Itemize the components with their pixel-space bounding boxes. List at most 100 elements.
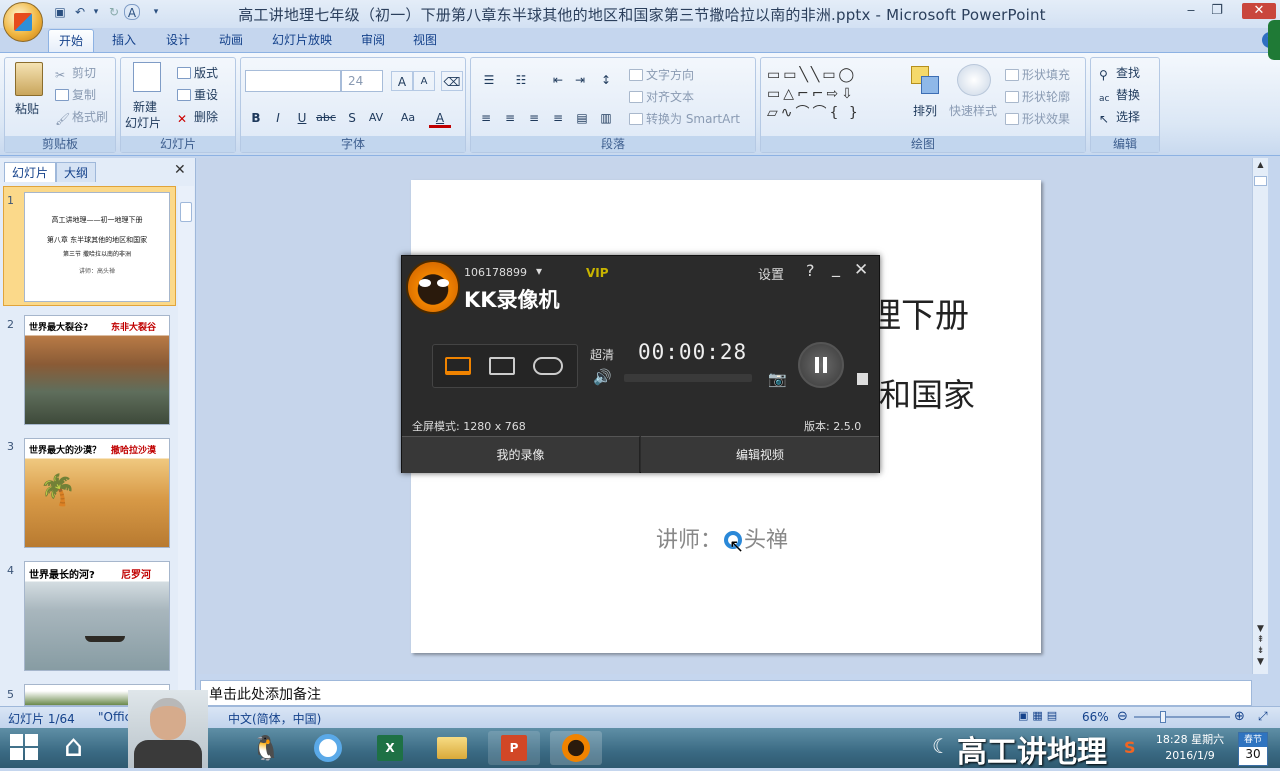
fullscreen-mode-icon[interactable] (445, 357, 471, 375)
game-mode-icon[interactable] (533, 357, 563, 375)
font-color-button[interactable]: A (429, 108, 451, 128)
font-size-combo[interactable]: 24 (341, 70, 383, 92)
new-slide-button[interactable]: 新建 (133, 98, 157, 115)
zoom-slider[interactable] (1134, 711, 1230, 723)
taskbar-explorer-icon[interactable] (426, 731, 478, 765)
scroll-nav-icons[interactable]: ▼ ⇞ ⇟ ▼ (1254, 624, 1267, 668)
clear-format-button[interactable]: ⌫ (441, 71, 463, 91)
format-painter-button[interactable]: 🖌 格式刷 (55, 108, 108, 126)
vertical-scrollbar[interactable]: ▲ ▼ ⇞ ⇟ ▼ (1252, 158, 1268, 674)
close-panel-icon[interactable]: ✕ (174, 162, 186, 178)
select-button[interactable]: ↖ 选择 (1099, 108, 1140, 126)
notes-pane[interactable]: 单击此处添加备注 (200, 680, 1252, 706)
align-left-icon[interactable]: ≡ (475, 108, 497, 128)
justify-icon[interactable]: ≡ (547, 108, 569, 128)
tab-slideshow[interactable]: 幻灯片放映 (262, 29, 342, 52)
change-case-button[interactable]: Aa (397, 108, 419, 128)
calendar-widget[interactable]: 春节 30 (1238, 732, 1268, 766)
taskbar-browser-icon[interactable] (302, 731, 354, 765)
kk-close-icon[interactable]: ✕ (854, 260, 868, 280)
view-buttons[interactable]: ▣▦▤ (1018, 709, 1076, 725)
tab-view[interactable]: 视图 (403, 29, 447, 52)
sogou-icon[interactable]: S (1124, 738, 1136, 757)
slide-title-line1[interactable]: 理下册 (867, 288, 969, 337)
taskbar-powerpoint-icon[interactable]: P (488, 731, 540, 765)
kk-user-dropdown-icon[interactable]: ▾ (536, 264, 542, 278)
align-text-button[interactable]: 对齐文本 (629, 88, 694, 105)
underline-button[interactable]: U (291, 108, 313, 128)
align-right-icon[interactable]: ≡ (523, 108, 545, 128)
clock[interactable]: 18:28 星期六 2016/1/9 (1150, 732, 1230, 764)
tab-review[interactable]: 审阅 (351, 29, 395, 52)
reset-button[interactable]: 重设 (177, 86, 218, 103)
screenshot-icon[interactable]: 📷 (768, 370, 787, 388)
stop-button[interactable] (857, 373, 868, 385)
tab-slides[interactable]: 幻灯片 (4, 162, 57, 182)
text-direction-button[interactable]: 文字方向 (629, 66, 694, 83)
layout-button[interactable]: 版式 (177, 64, 218, 81)
numbering-icon[interactable]: ☷ (507, 70, 535, 90)
bold-button[interactable]: B (245, 108, 267, 128)
zoom-out-icon[interactable]: ⊖ (1117, 709, 1128, 724)
arrange-button[interactable]: 排列 (913, 102, 937, 119)
zoom-level[interactable]: 66% (1082, 710, 1109, 724)
tab-animations[interactable]: 动画 (209, 29, 253, 52)
copy-button[interactable]: 复制 (55, 86, 96, 103)
decrease-indent-icon[interactable]: ⇤ (547, 70, 569, 90)
status-theme[interactable]: "Offic (98, 710, 131, 724)
taskbar-qq-icon[interactable]: 🐧 (240, 731, 292, 765)
find-button[interactable]: ⚲ 查找 (1099, 64, 1140, 82)
kk-minimize-icon[interactable]: _ (832, 258, 840, 277)
restore-button[interactable]: ❐ (1206, 3, 1228, 19)
paste-button[interactable]: 粘贴 (15, 100, 39, 117)
slide-thumb-1[interactable]: 高工讲地理——初一地理下册 第八章 东半球其他的地区和国家 第三节 撒哈拉以南的… (24, 192, 170, 302)
font-name-combo[interactable] (245, 70, 341, 92)
delete-button[interactable]: ✕ 删除 (177, 108, 218, 126)
scroll-up-icon[interactable]: ▲ (1254, 160, 1267, 174)
line-spacing-icon[interactable]: ↕ (595, 70, 617, 90)
panel-scrollbar[interactable] (178, 186, 194, 706)
paste-icon[interactable] (15, 62, 43, 96)
slide-thumb-4[interactable]: 世界最长的河? 尼罗河 (24, 561, 170, 671)
pause-button[interactable] (798, 342, 844, 388)
shape-outline-button[interactable]: 形状轮廓 (1005, 88, 1070, 105)
scroll-thumb[interactable] (1254, 176, 1267, 186)
shape-fill-button[interactable]: 形状填充 (1005, 66, 1070, 83)
shape-effects-button[interactable]: 形状效果 (1005, 110, 1070, 127)
kk-volume-bar[interactable] (624, 374, 752, 382)
char-spacing-button[interactable]: AV (365, 108, 387, 128)
start-windows-icon[interactable] (10, 734, 40, 762)
taskbar-excel-icon[interactable]: X (364, 731, 416, 765)
bullets-icon[interactable]: ☰ (475, 70, 503, 90)
replace-button[interactable]: ac 替换 (1099, 86, 1140, 106)
distribute-icon[interactable]: ▤ (571, 108, 593, 128)
quick-styles-icon[interactable] (957, 64, 991, 96)
shapes-gallery[interactable]: ▭▭╲╲▭◯ ▭△⌐⌐⇨⇩ ▱∿⌒⌒{ } (767, 66, 891, 124)
italic-button[interactable]: I (267, 108, 289, 128)
my-recordings-button[interactable]: 我的录像 (402, 436, 640, 473)
increase-indent-icon[interactable]: ⇥ (569, 70, 591, 90)
slide-thumb-2[interactable]: 世界最大裂谷? 东非大裂谷 (24, 315, 170, 425)
kk-quality[interactable]: 超清 (590, 346, 614, 363)
office-button[interactable] (3, 2, 43, 42)
home-icon[interactable]: ⌂ (64, 730, 83, 764)
tab-outline[interactable]: 大纲 (56, 162, 97, 182)
panel-scroll-thumb[interactable] (180, 202, 192, 222)
kk-settings-button[interactable]: 设置 (758, 264, 784, 283)
tab-home[interactable]: 开始 (48, 29, 95, 52)
close-button[interactable]: ✕ (1242, 3, 1276, 19)
quick-styles-button[interactable]: 快速样式 (949, 102, 997, 119)
volume-icon[interactable]: 🔊 (593, 368, 612, 386)
edit-video-button[interactable]: 编辑视频 (641, 436, 879, 473)
grow-font-button[interactable]: A (391, 71, 413, 91)
tab-design[interactable]: 设计 (156, 29, 200, 52)
arrange-icon[interactable] (909, 64, 943, 96)
side-widget[interactable] (1268, 20, 1280, 60)
columns-icon[interactable]: ▥ (595, 108, 617, 128)
shadow-button[interactable]: S (341, 108, 363, 128)
tab-insert[interactable]: 插入 (102, 29, 146, 52)
zoom-in-icon[interactable]: ⊕ (1234, 709, 1245, 724)
minimize-button[interactable]: ‒ (1180, 3, 1202, 19)
lecturer-line[interactable]: 讲师： 头禅 (656, 522, 788, 554)
new-slide-label2[interactable]: 幻灯片 (125, 114, 161, 131)
